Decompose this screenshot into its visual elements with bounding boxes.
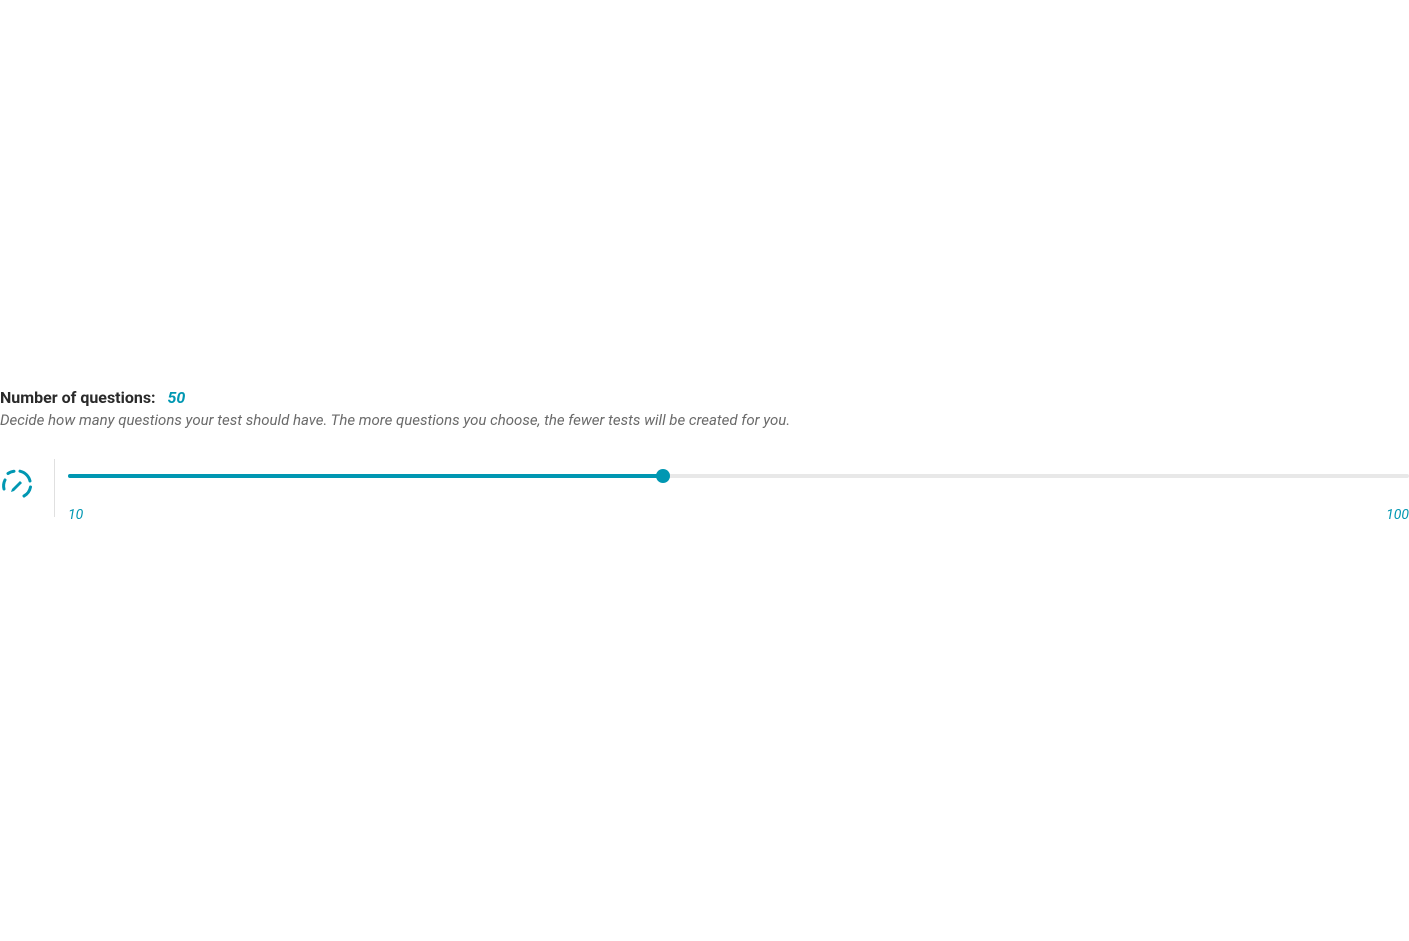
slider-track-fill bbox=[68, 474, 663, 478]
questions-title-label: Number of questions: bbox=[0, 388, 156, 407]
slider-max-label: 100 bbox=[1386, 507, 1409, 523]
questions-slider[interactable] bbox=[68, 469, 1409, 483]
questions-current-value: 50 bbox=[168, 388, 186, 407]
edit-gauge-icon bbox=[0, 467, 34, 501]
slider-min-label: 10 bbox=[68, 507, 83, 523]
questions-description: Decide how many questions your test shou… bbox=[0, 411, 1409, 429]
vertical-divider bbox=[54, 459, 55, 517]
slider-thumb[interactable] bbox=[656, 469, 670, 483]
